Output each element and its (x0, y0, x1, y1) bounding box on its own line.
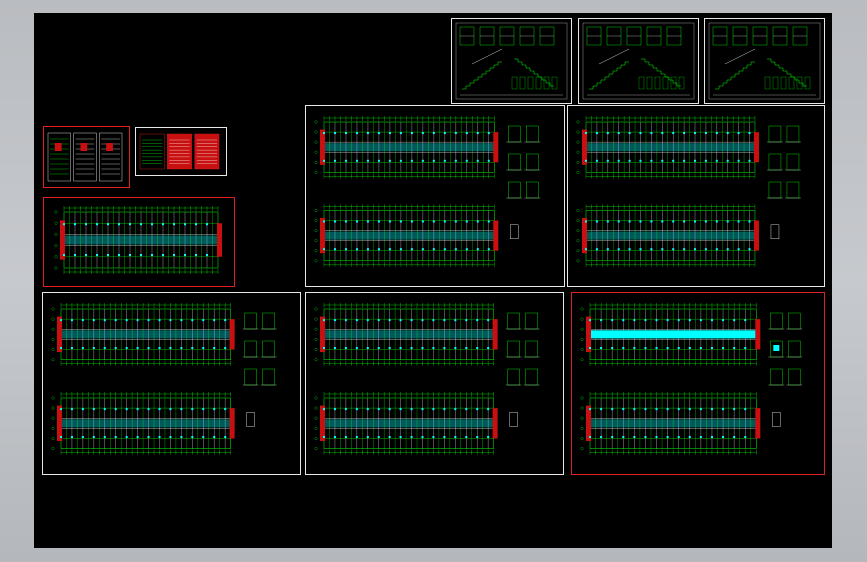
sheet-drawing (576, 116, 801, 267)
sheet-drawing (139, 133, 220, 170)
sheet-floor-plan-c[interactable] (42, 292, 301, 475)
sheet-drawing (47, 132, 123, 182)
sheet-drawing (708, 22, 821, 100)
sheet-general-notes-1[interactable] (43, 126, 130, 188)
sheet-stair-detail-1[interactable] (451, 18, 572, 104)
sheet-stair-detail-3[interactable] (704, 18, 825, 104)
sheet-drawing (314, 116, 541, 267)
sheet-floor-plan-b[interactable] (567, 105, 825, 287)
sheet-stair-detail-2[interactable] (578, 18, 699, 104)
sheet-drawing (455, 22, 568, 100)
sheet-drawing (51, 303, 277, 455)
sheet-floor-plan-d[interactable] (305, 292, 564, 475)
sheet-drawing (54, 206, 222, 274)
sheet-general-notes-2[interactable] (135, 127, 227, 176)
sheet-drawing (582, 22, 695, 100)
sheet-drawing (580, 303, 803, 455)
sheet-foundation-plan[interactable] (43, 197, 235, 287)
sheet-floor-plan-e[interactable] (571, 292, 825, 475)
cad-model-space[interactable] (34, 13, 832, 548)
sheet-floor-plan-a[interactable] (305, 105, 565, 287)
sheet-drawing (314, 303, 540, 455)
